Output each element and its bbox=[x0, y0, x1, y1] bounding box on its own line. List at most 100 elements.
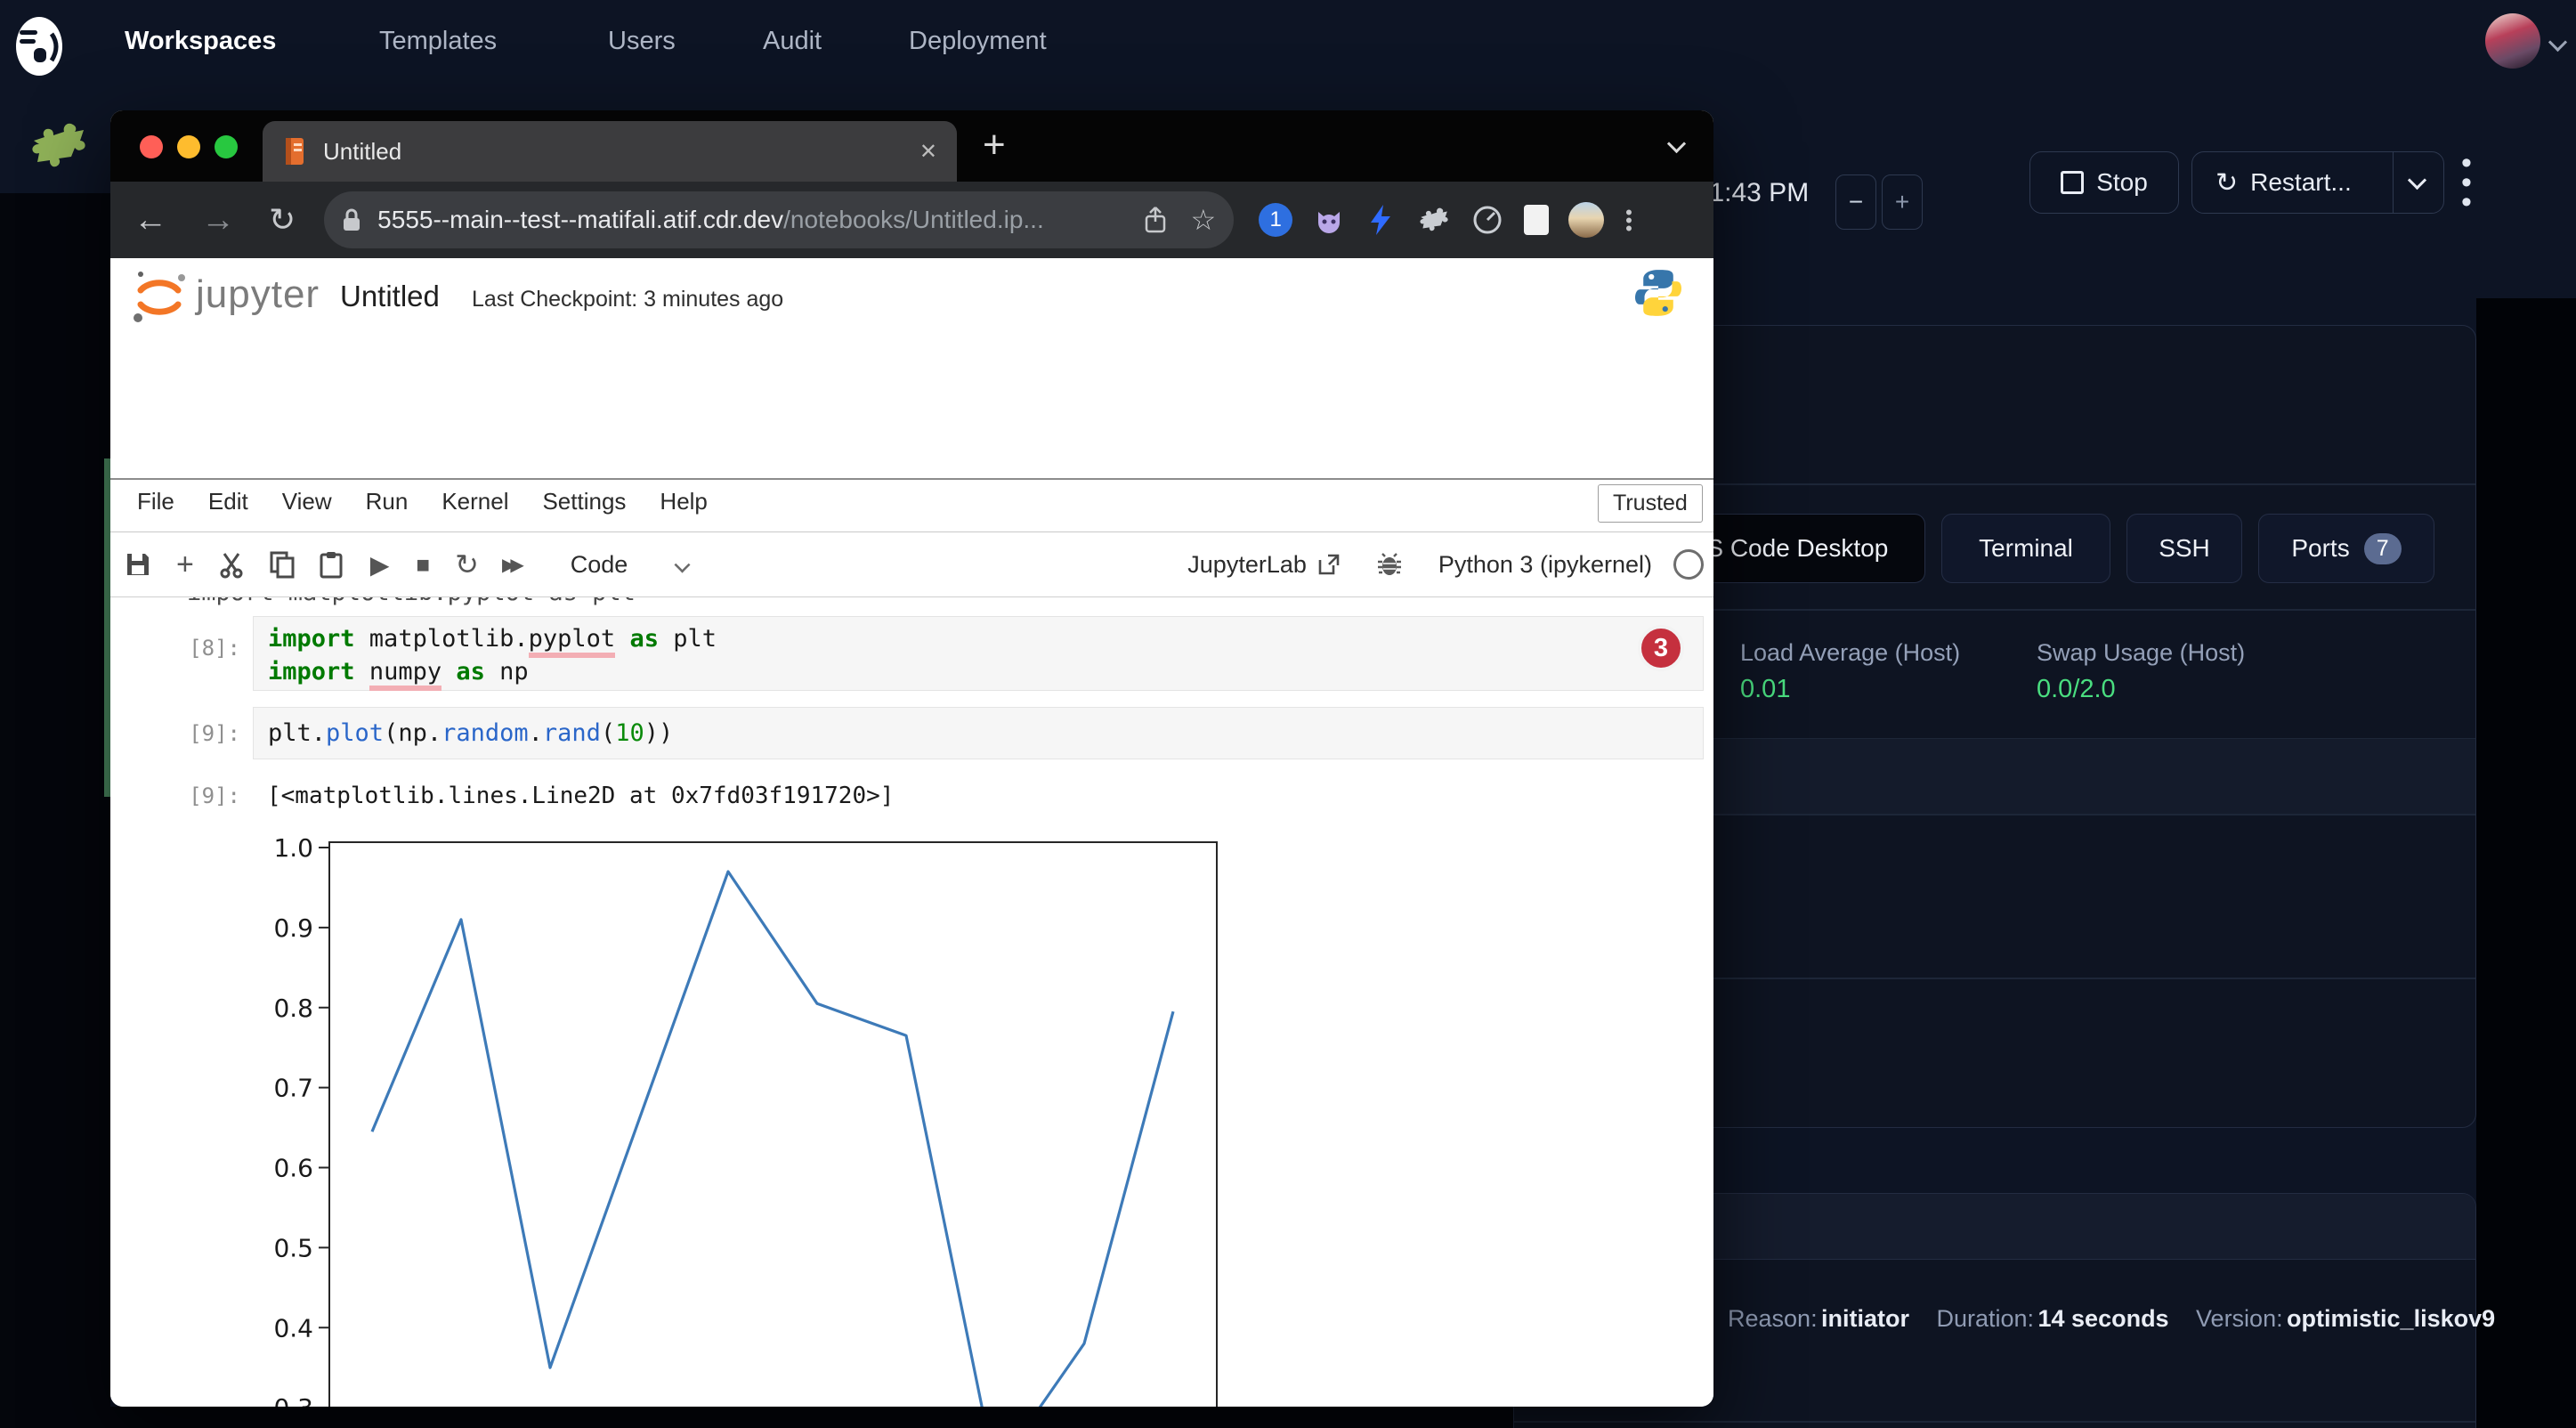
trusted-button[interactable]: Trusted bbox=[1598, 484, 1703, 523]
traffic-light-minimize[interactable] bbox=[177, 135, 200, 158]
tab-close-icon[interactable]: ✕ bbox=[919, 139, 937, 165]
header-divider bbox=[110, 478, 1713, 480]
onepassword-extension-icon[interactable]: 1 bbox=[1259, 203, 1292, 237]
ports-label: Ports bbox=[2291, 534, 2349, 563]
svg-text:1.0: 1.0 bbox=[273, 833, 313, 863]
browser-tab-untitled[interactable]: Untitled ✕ bbox=[263, 121, 957, 182]
svg-text:0.9: 0.9 bbox=[273, 913, 313, 943]
cat-extension-icon[interactable] bbox=[1312, 203, 1346, 237]
share-icon[interactable] bbox=[1144, 206, 1167, 234]
jupyter-menubar: File Edit View Run Kernel Settings Help bbox=[137, 488, 708, 515]
build-meta-row: Reason: initiator Duration: 14 seconds V… bbox=[1728, 1305, 2518, 1333]
last-checkpoint: Last Checkpoint: 3 minutes ago bbox=[472, 287, 783, 312]
build-card-divider bbox=[1514, 1421, 2475, 1423]
browser-toolbar: ← → ↻ 5555--main--test--matifali.atif.cd… bbox=[110, 182, 1713, 258]
nav-item-deployment[interactable]: Deployment bbox=[909, 27, 1047, 56]
interrupt-kernel-icon[interactable]: ■ bbox=[416, 551, 430, 579]
browser-kebab-menu[interactable]: ••• bbox=[1625, 208, 1632, 232]
user-avatar[interactable] bbox=[2485, 13, 2540, 69]
browser-window: Untitled ✕ + ← → ↻ 5555--main--test--mat… bbox=[110, 110, 1713, 1407]
output9-text: [<matplotlib.lines.Line2D at 0x7fd03f191… bbox=[267, 780, 894, 813]
menu-run[interactable]: Run bbox=[366, 488, 409, 515]
menu-help[interactable]: Help bbox=[660, 488, 707, 515]
screen: Workspaces Templates Users Audit Deploym… bbox=[0, 0, 2576, 1428]
build-reason-label: Reason: bbox=[1728, 1305, 1818, 1332]
lighthouse-extension-icon[interactable] bbox=[1470, 203, 1504, 237]
app-button-terminal[interactable]: Terminal bbox=[1941, 514, 2110, 583]
paste-cell-icon[interactable] bbox=[319, 550, 344, 579]
kernel-status-icon[interactable] bbox=[1673, 549, 1704, 580]
swap-usage-label: Swap Usage (Host) bbox=[2037, 639, 2245, 667]
zoom-out-button[interactable]: − bbox=[1835, 174, 1876, 230]
restart-icon: ↻ bbox=[2216, 167, 2238, 199]
jupyter-page: jupyter Untitled Last Checkpoint: 3 minu… bbox=[110, 258, 1713, 1407]
forward-button[interactable]: → bbox=[201, 201, 235, 239]
save-icon[interactable] bbox=[125, 551, 151, 578]
open-jupyterlab-link[interactable]: JupyterLab bbox=[1187, 551, 1307, 579]
cell-type-select[interactable]: Code bbox=[571, 551, 628, 579]
menu-kernel[interactable]: Kernel bbox=[441, 488, 508, 515]
menu-view[interactable]: View bbox=[282, 488, 332, 515]
notification-count-badge[interactable]: 3 bbox=[1638, 625, 1684, 671]
add-cell-icon[interactable]: + bbox=[176, 548, 194, 582]
avatar-chevron-icon[interactable] bbox=[2548, 33, 2567, 52]
workspace-kebab-menu[interactable]: ••• bbox=[2453, 153, 2480, 212]
output9-prompt: [9]: bbox=[182, 783, 240, 808]
menu-file[interactable]: File bbox=[137, 488, 174, 515]
cell9-prompt: [9]: bbox=[182, 721, 240, 746]
traffic-light-zoom[interactable] bbox=[215, 135, 238, 158]
menubar-divider bbox=[110, 531, 1713, 532]
external-link-icon[interactable] bbox=[1317, 553, 1341, 576]
new-tab-button[interactable]: + bbox=[983, 123, 1006, 167]
stop-square-icon bbox=[2061, 171, 2084, 194]
page-background-left bbox=[0, 193, 110, 1428]
traffic-light-close[interactable] bbox=[140, 135, 163, 158]
cell9-input[interactable]: plt.plot(np.random.rand(10)) bbox=[253, 707, 1704, 759]
tab-list-chevron-icon[interactable] bbox=[1667, 134, 1686, 153]
app-button-ssh[interactable]: SSH bbox=[2126, 514, 2242, 583]
menu-settings[interactable]: Settings bbox=[542, 488, 626, 515]
cell8-input[interactable]: import matplotlib.pyplot as plt import n… bbox=[253, 616, 1704, 691]
swap-usage-value: 0.0/2.0 bbox=[2037, 675, 2116, 704]
svg-text:0.8: 0.8 bbox=[273, 994, 313, 1023]
nav-item-audit[interactable]: Audit bbox=[763, 27, 822, 56]
stop-workspace-button[interactable]: Stop bbox=[2029, 151, 2179, 214]
address-bar[interactable]: 5555--main--test--matifali.atif.cdr.dev … bbox=[324, 191, 1234, 248]
back-button[interactable]: ← bbox=[134, 201, 167, 239]
restart-kernel-icon[interactable]: ↻ bbox=[455, 548, 479, 581]
restart-workspace-button[interactable]: ↻ Restart... bbox=[2191, 151, 2444, 214]
nav-item-templates[interactable]: Templates bbox=[379, 27, 497, 56]
reader-mode-extension-icon[interactable] bbox=[1524, 205, 1549, 235]
cell8-line1: import matplotlib.pyplot as plt bbox=[268, 622, 1703, 655]
cell-type-chevron-icon[interactable] bbox=[675, 556, 691, 572]
notebook-title[interactable]: Untitled bbox=[340, 280, 440, 313]
extensions-puzzle-icon[interactable] bbox=[1415, 204, 1451, 236]
debugger-bug-icon[interactable] bbox=[1376, 551, 1403, 578]
zoom-in-button[interactable]: + bbox=[1882, 174, 1923, 230]
nav-item-users[interactable]: Users bbox=[608, 27, 676, 56]
restart-run-all-icon[interactable]: ▶▶ bbox=[502, 554, 519, 576]
nav-item-workspaces[interactable]: Workspaces bbox=[125, 27, 276, 56]
restart-options-chevron-icon[interactable] bbox=[2408, 171, 2426, 190]
bookmark-star-icon[interactable]: ☆ bbox=[1190, 203, 1216, 237]
build-version-value[interactable]: optimistic_liskov9 bbox=[2287, 1305, 2495, 1332]
minus-icon: − bbox=[1849, 188, 1863, 216]
lightning-extension-icon[interactable] bbox=[1365, 203, 1396, 237]
svg-text:0.7: 0.7 bbox=[273, 1074, 313, 1103]
copy-cell-icon[interactable] bbox=[269, 550, 296, 579]
stop-button-label: Stop bbox=[2096, 168, 2148, 197]
load-average-value: 0.01 bbox=[1740, 675, 1790, 704]
page-background-right-margin bbox=[2476, 298, 2576, 1428]
restart-segment-divider bbox=[2393, 152, 2394, 213]
cell8-prompt: [8]: bbox=[182, 636, 240, 661]
run-cell-icon[interactable]: ▶ bbox=[370, 550, 390, 580]
jupyter-favicon bbox=[282, 136, 309, 166]
coder-logo-icon[interactable] bbox=[12, 12, 66, 77]
kernel-name[interactable]: Python 3 (ipykernel) bbox=[1438, 551, 1652, 579]
app-button-ports[interactable]: Ports 7 bbox=[2258, 514, 2434, 583]
browser-profile-avatar[interactable] bbox=[1568, 202, 1604, 238]
cut-cell-icon[interactable] bbox=[217, 550, 246, 579]
menu-edit[interactable]: Edit bbox=[208, 488, 248, 515]
cell8-line2: import numpy as np bbox=[268, 655, 1703, 688]
reload-button[interactable]: ↻ bbox=[269, 201, 296, 239]
